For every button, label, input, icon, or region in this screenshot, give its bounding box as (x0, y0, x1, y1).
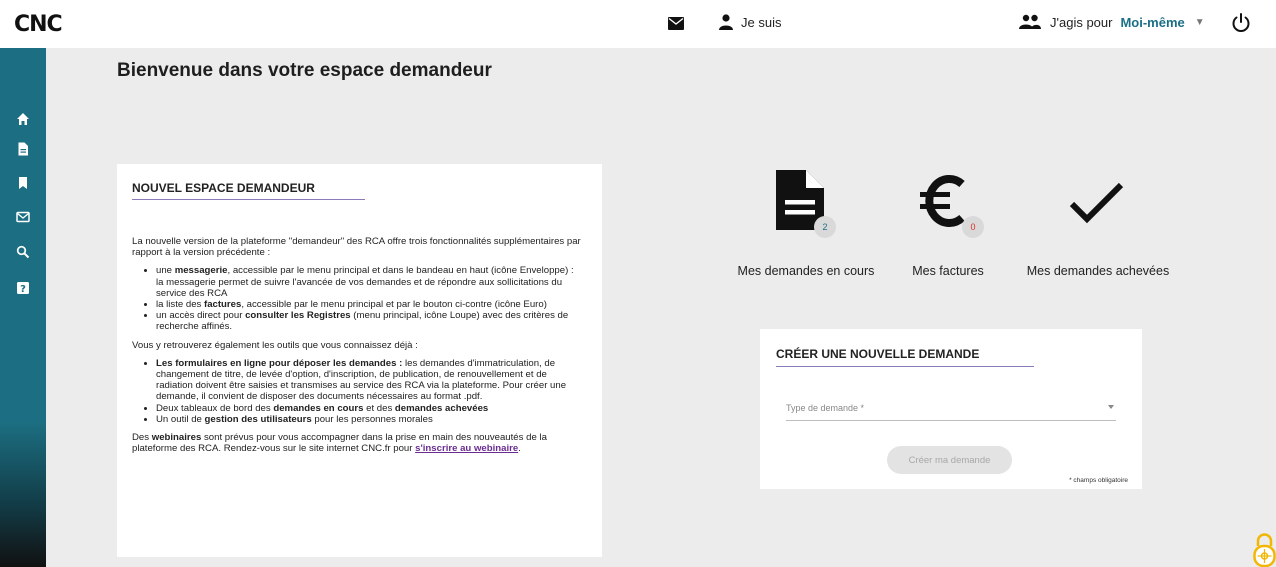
user-label: Je suis (741, 14, 782, 30)
sidebar: ? (0, 48, 46, 567)
lock-icon[interactable] (1253, 532, 1276, 567)
request-type-placeholder: Type de demande * (786, 403, 865, 413)
count-badge: 2 (814, 216, 836, 238)
stat-demandes-en-cours[interactable]: 2 Mes demandes en cours (738, 170, 874, 278)
list-item: une messagerie, accessible par le menu p… (156, 265, 582, 299)
bookmark-icon[interactable] (16, 176, 30, 190)
create-request-card: CRÉER UNE NOUVELLE DEMANDE Type de deman… (760, 329, 1142, 489)
count-badge: 0 (962, 216, 984, 238)
tools-list: Les formulaires en ligne pour déposer le… (156, 358, 582, 425)
list-item: un accès direct pour consulter les Regis… (156, 310, 582, 332)
home-icon[interactable] (16, 112, 30, 126)
webinar-paragraph: Des webinaires sont prévus pour vous acc… (132, 432, 547, 455)
acting-value: Moi-même (1120, 14, 1185, 30)
user-menu[interactable]: Je suis (719, 14, 781, 30)
list-item: Un outil de gestion des utilisateurs pou… (156, 414, 582, 425)
envelope-icon[interactable] (668, 17, 684, 30)
euro-icon (920, 175, 965, 227)
list-item: Les formulaires en ligne pour déposer le… (156, 358, 582, 403)
features-list: une messagerie, accessible par le menu p… (156, 265, 582, 332)
people-icon (1019, 14, 1041, 29)
create-request-button[interactable]: Créer ma demande (887, 446, 1012, 474)
document-icon[interactable] (16, 142, 30, 156)
help-icon[interactable]: ? (16, 281, 30, 295)
stat-factures[interactable]: 0 Mes factures (912, 170, 984, 278)
webinar-link[interactable]: s'inscrire au webinaire (415, 443, 518, 454)
stat-label: Mes demandes achevées (1026, 264, 1170, 278)
cnc-logo[interactable]: CNC (14, 12, 63, 37)
tools-intro: Vous y retrouverez également les outils … (132, 339, 418, 351)
request-type-select[interactable]: Type de demande * (786, 395, 1116, 421)
person-icon (719, 14, 733, 30)
create-card-heading: CRÉER UNE NOUVELLE DEMANDE (776, 347, 980, 361)
required-note: * champs obligatoire (1069, 477, 1128, 484)
caret-down-icon: ▼ (1194, 16, 1205, 28)
checkmark-icon (1069, 182, 1124, 224)
heading-underline (132, 199, 365, 200)
caret-down-icon (1108, 405, 1114, 409)
svg-text:?: ? (20, 284, 26, 295)
info-card-heading: NOUVEL ESPACE DEMANDEUR (132, 181, 315, 195)
acting-prefix: J'agis pour (1050, 14, 1113, 30)
acting-for-selector[interactable]: J'agis pour Moi-même ▼ (1018, 14, 1205, 30)
info-body: La nouvelle version de la plateforme "de… (132, 236, 582, 461)
stat-demandes-achevees[interactable]: Mes demandes achevées (1027, 170, 1169, 278)
search-icon[interactable] (16, 245, 30, 259)
list-item: la liste des factures, accessible par le… (156, 299, 582, 310)
heading-underline (776, 366, 1034, 367)
list-item: Deux tableaux de bord des demandes en co… (156, 403, 582, 414)
info-card: NOUVEL ESPACE DEMANDEUR La nouvelle vers… (117, 164, 602, 557)
top-bar: CNC Je suis J'agis pour Moi-même ▼ (0, 0, 1276, 48)
page-title: Bienvenue dans votre espace demandeur (117, 60, 492, 81)
power-icon[interactable] (1230, 12, 1252, 34)
envelope-icon[interactable] (16, 210, 30, 224)
intro-paragraph: La nouvelle version de la plateforme "de… (132, 236, 581, 259)
